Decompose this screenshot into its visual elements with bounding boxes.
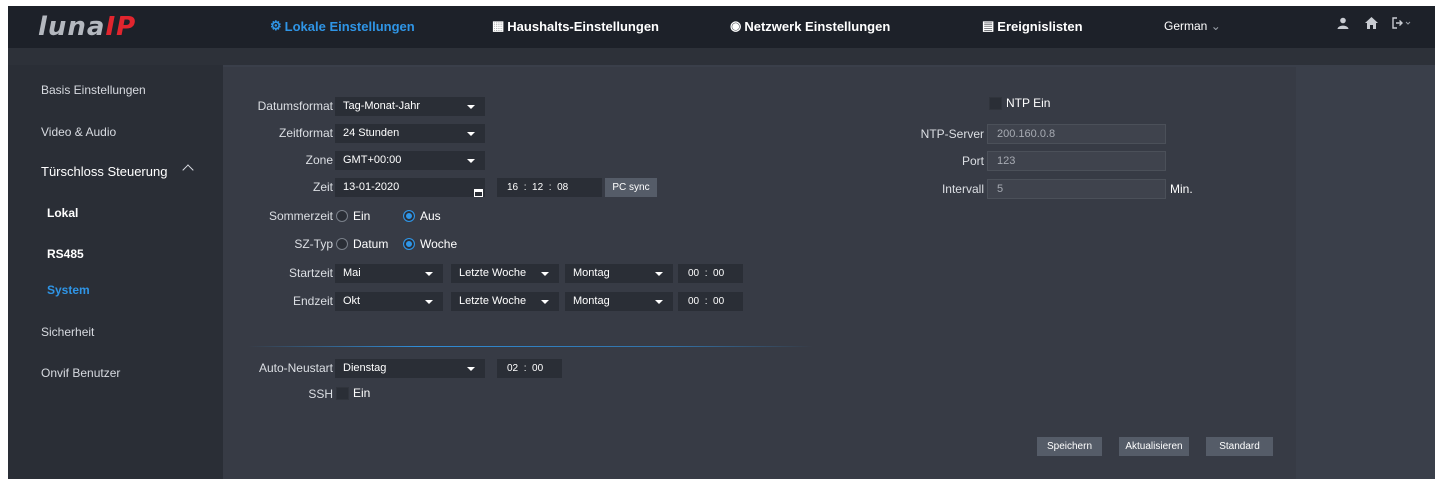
sidebar-item-system[interactable]: System <box>47 283 90 297</box>
chevron-up-icon[interactable] <box>182 164 194 176</box>
sidebar-item-video-audio[interactable]: Video & Audio <box>41 125 116 139</box>
default-button[interactable]: Standard <box>1206 437 1273 456</box>
chevron-down-icon <box>467 132 475 136</box>
pc-sync-button[interactable]: PC sync <box>605 178 657 197</box>
ntp-server-input[interactable]: 200.160.0.8 <box>987 124 1166 144</box>
language-select[interactable]: German ⌄ <box>1164 19 1221 33</box>
dst-type-label: SZ-Typ <box>294 237 333 251</box>
chevron-down-icon <box>467 159 475 163</box>
sidebar-item-lokal[interactable]: Lokal <box>47 206 78 220</box>
sidebar-item-sicherheit[interactable]: Sicherheit <box>41 325 94 339</box>
end-month-select[interactable]: Okt <box>335 292 443 311</box>
time-format-label: Zeitformat <box>278 126 333 140</box>
gear-icon: ⚙ <box>270 18 282 33</box>
start-day-select[interactable]: Montag <box>565 264 673 283</box>
save-button[interactable]: Speichern <box>1037 437 1102 456</box>
chevron-down-icon <box>467 367 475 371</box>
ntp-port-input[interactable]: 123 <box>987 151 1166 171</box>
end-time-input[interactable]: 00 : 00 <box>678 292 743 311</box>
end-week-select[interactable]: Letzte Woche <box>451 292 559 311</box>
luna-ip-logo: lunaIP <box>38 12 137 42</box>
user-icon[interactable] <box>1337 16 1349 33</box>
time-format-select[interactable]: 24 Stunden <box>335 124 485 143</box>
ntp-interval-label: Intervall <box>941 182 984 196</box>
nav-local-settings[interactable]: ⚙ Lokale Einstellungen <box>270 18 415 34</box>
sidebar-item-door-lock-control[interactable]: Türschloss Steuerung <box>41 164 167 179</box>
section-divider <box>248 346 813 347</box>
list-icon: ▤ <box>982 18 995 33</box>
ssh-checkbox[interactable] <box>336 387 349 400</box>
nav-network-settings[interactable]: ◉ Netzwerk Einstellungen <box>730 18 890 34</box>
logout-icon[interactable] <box>1392 16 1412 33</box>
chevron-down-icon <box>541 300 549 304</box>
auto-restart-time-input[interactable]: 02 : 00 <box>497 359 562 378</box>
chevron-down-icon <box>655 300 663 304</box>
dst-off-label: Aus <box>420 209 441 223</box>
time-hhmmss-input[interactable]: 16 : 12 : 08 <box>497 178 602 197</box>
dst-label: Sommerzeit <box>268 209 333 223</box>
building-icon: ▦ <box>492 18 505 33</box>
nav-event-lists[interactable]: ▤ Ereignislisten <box>982 18 1083 34</box>
sidebar: Basis Einstellungen Video & Audio Türsch… <box>8 65 223 479</box>
date-picker-input[interactable]: 13-01-2020 <box>335 178 485 197</box>
globe-icon: ◉ <box>730 18 742 33</box>
time-label: Zeit <box>312 180 333 194</box>
top-navigation-bar: lunaIP ⚙ Lokale Einstellungen ▦ Haushalts-… <box>8 6 1435 48</box>
ntp-interval-unit: Min. <box>1170 182 1193 196</box>
dst-type-week-radio[interactable] <box>403 238 415 250</box>
sub-header-strip <box>8 48 1435 65</box>
dst-type-week-label: Woche <box>420 237 458 251</box>
ntp-enable-label: NTP Ein <box>1006 96 1051 110</box>
start-time-input[interactable]: 00 : 00 <box>678 264 743 283</box>
sidebar-item-onvif-users[interactable]: Onvif Benutzer <box>41 366 120 380</box>
ntp-port-label: Port <box>961 154 984 168</box>
refresh-button[interactable]: Aktualisieren <box>1119 437 1189 456</box>
ssh-enable-label: Ein <box>353 386 371 400</box>
ntp-enable-checkbox[interactable] <box>989 97 1002 110</box>
zone-label: Zone <box>305 153 333 167</box>
calendar-icon[interactable] <box>474 189 483 197</box>
home-icon[interactable] <box>1365 16 1378 33</box>
ntp-server-label: NTP-Server <box>920 127 984 141</box>
chevron-down-icon <box>425 272 433 276</box>
nav-household-settings[interactable]: ▦ Haushalts-Einstellungen <box>492 18 659 34</box>
auto-restart-day-select[interactable]: Dienstag <box>335 359 485 378</box>
chevron-down-icon <box>425 300 433 304</box>
ntp-interval-input[interactable]: 5 <box>987 179 1166 199</box>
date-format-label: Datumsformat <box>257 99 333 113</box>
end-time-label: Endzeit <box>292 294 333 308</box>
dst-on-radio[interactable] <box>336 210 348 222</box>
right-margin <box>1296 65 1435 479</box>
dst-type-date-label: Datum <box>353 237 389 251</box>
zone-select[interactable]: GMT+00:00 <box>335 151 485 170</box>
auto-restart-label: Auto-Neustart <box>258 361 333 375</box>
dst-on-label: Ein <box>353 209 371 223</box>
chevron-down-icon <box>541 272 549 276</box>
chevron-down-icon <box>655 272 663 276</box>
sidebar-item-rs485[interactable]: RS485 <box>47 247 84 261</box>
date-format-select[interactable]: Tag-Monat-Jahr <box>335 97 485 116</box>
start-week-select[interactable]: Letzte Woche <box>451 264 559 283</box>
sidebar-item-basis-einstellungen[interactable]: Basis Einstellungen <box>41 83 146 97</box>
chevron-down-icon <box>467 105 475 109</box>
dst-off-radio[interactable] <box>403 210 415 222</box>
dst-type-date-radio[interactable] <box>336 238 348 250</box>
end-day-select[interactable]: Montag <box>565 292 673 311</box>
start-time-label: Startzeit <box>288 266 333 280</box>
ssh-label: SSH <box>308 387 333 401</box>
start-month-select[interactable]: Mai <box>335 264 443 283</box>
app-window: lunaIP ⚙ Lokale Einstellungen ▦ Haushalts-… <box>8 6 1435 479</box>
